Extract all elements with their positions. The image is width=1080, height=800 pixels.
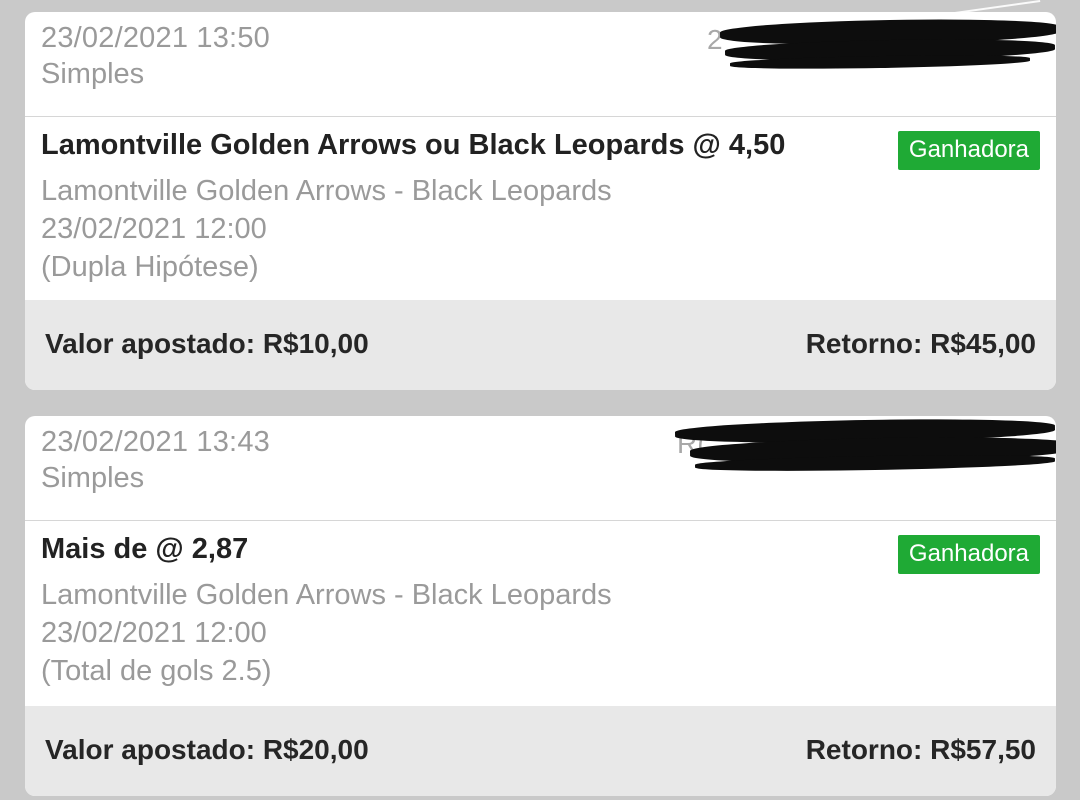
event-name: Lamontville Golden Arrows - Black Leopar…	[41, 579, 612, 611]
bet-card-body: Mais de @ 2,87 Ganhadora Lamontville Gol…	[25, 521, 1056, 703]
bet-reference-partial: 2	[707, 24, 723, 55]
event-time: 23/02/2021 12:00	[41, 617, 267, 649]
bet-card-body: Lamontville Golden Arrows ou Black Leopa…	[25, 117, 1056, 299]
bet-type: Simples	[41, 462, 145, 494]
bet-card-header: 23/02/2021 13:50 Simples 2	[25, 12, 1056, 117]
bet-placed-time: 23/02/2021 13:43	[41, 426, 270, 458]
payout-amount: Retorno: R$45,00	[805, 328, 1036, 359]
bet-card-footer: Valor apostado: R$20,00 Retorno: R$57,50	[25, 706, 1056, 796]
event-time: 23/02/2021 12:00	[41, 213, 267, 245]
status-badge: Ganhadora	[897, 131, 1040, 170]
bet-card[interactable]: 23/02/2021 13:43 Simples R( Mais de @ 2,…	[25, 416, 1056, 796]
event-name: Lamontville Golden Arrows - Black Leopar…	[41, 175, 612, 207]
market-name: (Dupla Hipótese)	[41, 251, 259, 283]
market-name: (Total de gols 2.5)	[41, 655, 272, 687]
bet-selection: Lamontville Golden Arrows ou Black Leopa…	[41, 129, 786, 161]
stake-amount: Valor apostado: R$10,00	[45, 328, 369, 359]
payout-amount: Retorno: R$57,50	[805, 734, 1036, 765]
bet-card[interactable]: 23/02/2021 13:50 Simples 2 Lamontville G…	[25, 12, 1056, 390]
stake-amount: Valor apostado: R$20,00	[45, 734, 369, 765]
bet-type: Simples	[41, 58, 145, 90]
bet-card-footer: Valor apostado: R$10,00 Retorno: R$45,00	[25, 300, 1056, 390]
bet-selection: Mais de @ 2,87	[41, 533, 249, 565]
bet-card-header: 23/02/2021 13:43 Simples R(	[25, 416, 1056, 521]
bet-placed-time: 23/02/2021 13:50	[41, 22, 270, 54]
status-badge: Ganhadora	[897, 535, 1040, 574]
